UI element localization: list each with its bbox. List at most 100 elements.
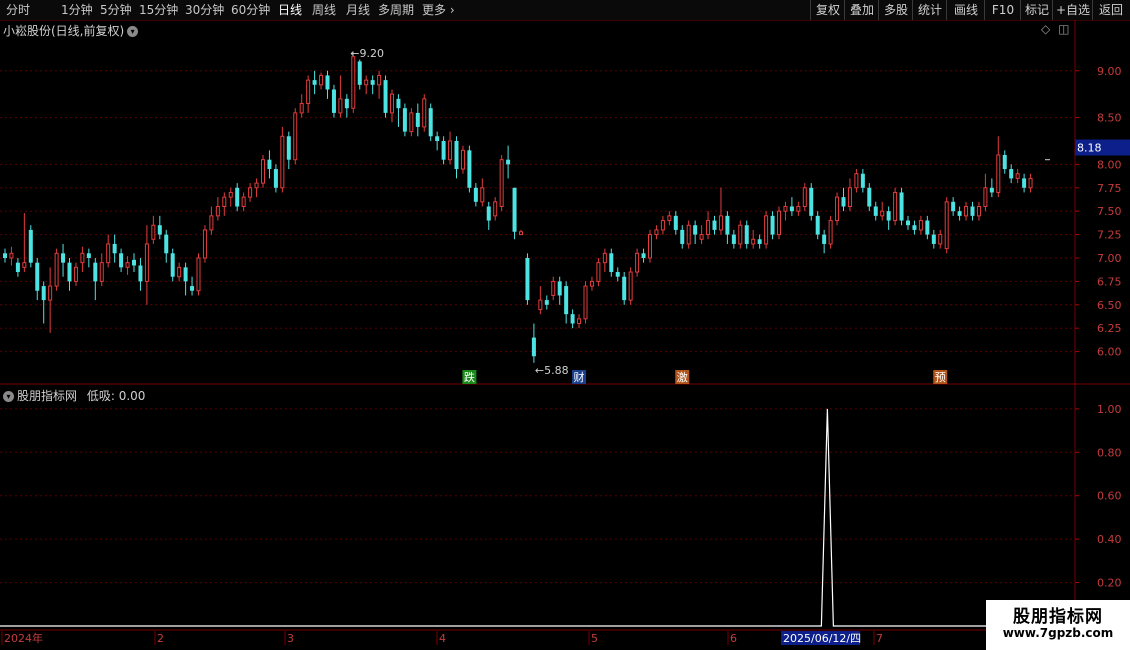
candle: [493, 197, 498, 221]
candle: [544, 295, 549, 310]
candle: [370, 75, 375, 95]
indicator-tick-label: 0.60: [1097, 490, 1122, 503]
candle: [467, 145, 472, 193]
candle: [648, 229, 652, 263]
candle: [996, 136, 1001, 198]
price-tick-label: 7.25: [1097, 229, 1122, 242]
candle: [306, 75, 311, 113]
cursor-date-label: 2025/06/12/四: [783, 632, 861, 645]
mark-button[interactable]: 标记: [1020, 0, 1053, 20]
candle: [86, 248, 91, 268]
candle: [331, 84, 336, 118]
candle: [125, 256, 130, 275]
svg-text:预: 预: [935, 371, 946, 384]
candle: [815, 211, 820, 240]
candle: [73, 262, 78, 287]
candle: [261, 155, 265, 188]
candle: [183, 262, 188, 296]
chevron-down-icon[interactable]: ▾: [3, 391, 14, 402]
price-tick-label: 8.50: [1097, 112, 1122, 125]
diamond-icon[interactable]: ◇: [1041, 22, 1050, 36]
current-price-label: 8.18: [1077, 142, 1102, 155]
candle: [1009, 164, 1014, 184]
period-tab-more[interactable]: 更多 ›: [422, 2, 455, 18]
add-watchlist-button[interactable]: +自选: [1052, 0, 1093, 20]
indicator-axis: 1.00 0.80 0.60 0.40 0.20: [1075, 403, 1122, 590]
candle: [441, 136, 446, 165]
indicator-value: 低吸: 0.00: [86, 389, 146, 403]
candle: [835, 192, 840, 226]
multi-stock-button[interactable]: 多股: [878, 0, 913, 20]
period-tab-monthly[interactable]: 月线: [346, 2, 370, 18]
candle: [377, 70, 382, 99]
period-tab-daily[interactable]: 日线: [278, 2, 302, 18]
watermark: 股朋指标网 www.7gpzb.com: [986, 600, 1130, 650]
candle: [622, 272, 627, 305]
candle: [893, 187, 898, 226]
price-tick-label: 7.75: [1097, 182, 1122, 195]
panel-toggle-icon[interactable]: ◫: [1058, 22, 1069, 36]
candle: [112, 234, 117, 263]
candle: [822, 229, 827, 254]
indicator-header: ▾ 股朋指标网 低吸: 0.00: [3, 387, 145, 404]
candle: [570, 309, 575, 329]
candle: [777, 206, 781, 240]
event-tag: 预: [933, 370, 948, 384]
event-tags: 跌财激预: [462, 370, 948, 384]
candle: [506, 145, 511, 179]
indicator-tick-label: 1.00: [1097, 403, 1122, 416]
candle: [396, 94, 401, 127]
indicator-tick-label: 0.20: [1097, 577, 1122, 590]
time-axis: 2024年 2 3 4 5 6 2025/06/12/四 7: [1, 631, 883, 645]
candle: [357, 59, 362, 90]
candle: [460, 145, 465, 174]
candle: [738, 220, 743, 249]
candle: [248, 183, 253, 202]
candle: [641, 248, 646, 263]
time-tick-label: 4: [439, 632, 446, 645]
event-tag: 跌: [462, 370, 477, 384]
period-tab-30min[interactable]: 30分钟: [185, 2, 224, 18]
period-tab-weekly[interactable]: 周线: [312, 2, 336, 18]
candle: [796, 201, 801, 216]
kline-chart[interactable]: 9.00 8.50 8.00 7.75 7.50 7.25 7.00 6.75 6.50 6.25…: [0, 0, 1130, 650]
candle: [873, 201, 878, 221]
candle: [867, 183, 872, 212]
time-tick-label: 6: [730, 632, 737, 645]
overlay-button[interactable]: 叠加: [844, 0, 879, 20]
candle: [61, 243, 66, 277]
candle: [344, 94, 349, 118]
candle: [196, 253, 201, 296]
candle: [680, 225, 685, 249]
draw-line-button[interactable]: 画线: [946, 0, 985, 20]
indicator-line-group: [0, 408, 1073, 627]
candle: [712, 215, 717, 235]
candle: [596, 257, 601, 287]
f10-button[interactable]: F10: [984, 0, 1021, 20]
chevron-down-icon[interactable]: ▾: [127, 26, 139, 37]
stats-button[interactable]: 统计: [912, 0, 947, 20]
candles-group: [3, 52, 1050, 363]
period-tab-multi[interactable]: 多周期: [378, 2, 414, 18]
candle: [351, 52, 356, 113]
time-tick-label: 2: [157, 632, 164, 645]
period-tab-15min[interactable]: 15分钟: [139, 2, 178, 18]
candle: [93, 257, 98, 301]
candle: [473, 183, 478, 207]
fuquan-button[interactable]: 复权: [810, 0, 845, 20]
candle: [144, 225, 149, 305]
period-tab-60min[interactable]: 60分钟: [231, 2, 270, 18]
period-tab-5min[interactable]: 5分钟: [100, 2, 132, 18]
candle: [1002, 150, 1007, 174]
candle: [512, 187, 517, 240]
candle: [364, 75, 369, 95]
event-tag: 财: [572, 370, 587, 384]
period-tab-fenshi[interactable]: 分时: [6, 2, 30, 18]
low-price-label: ←5.88: [535, 364, 569, 377]
back-button[interactable]: 返回: [1092, 0, 1129, 20]
period-tab-1min[interactable]: 1分钟: [61, 2, 93, 18]
chevron-right-icon: ›: [446, 3, 455, 17]
price-tick-label: 6.50: [1097, 299, 1122, 312]
candle: [557, 276, 562, 305]
candle: [525, 253, 530, 305]
